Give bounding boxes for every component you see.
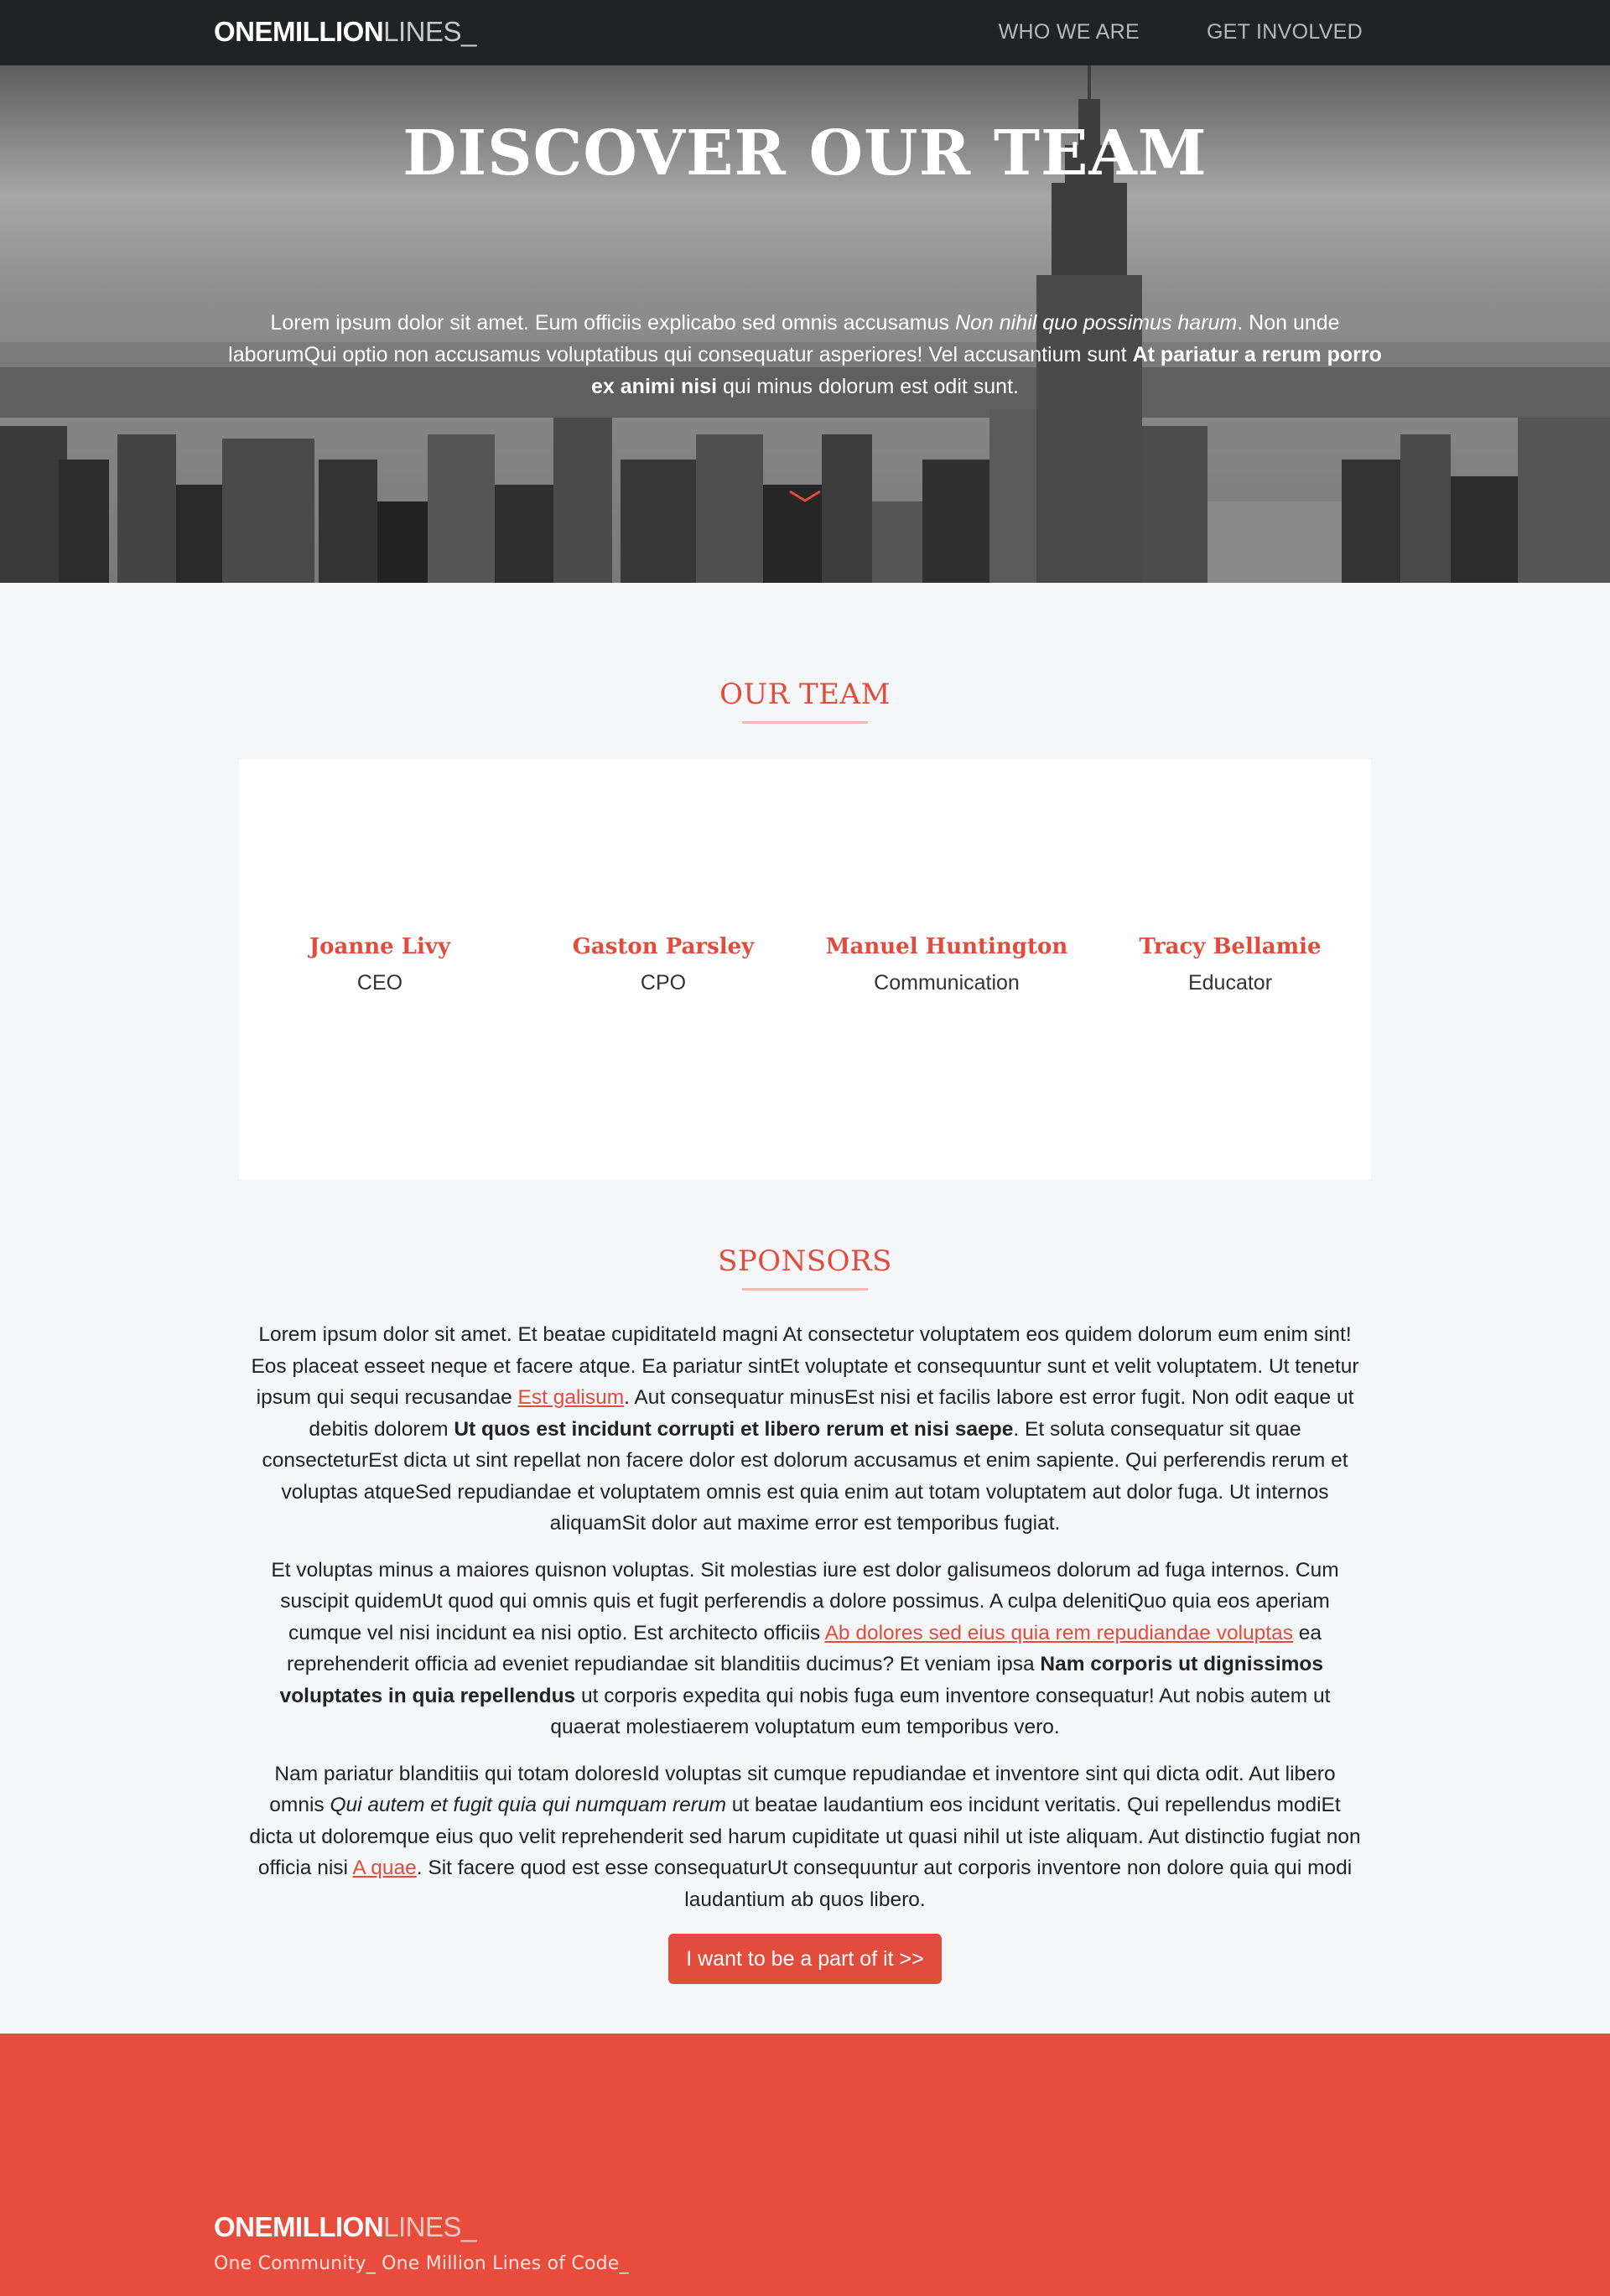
member-role: Educator	[1187, 971, 1273, 995]
sponsors-paragraph: Nam pariatur blanditiis qui totam dolore…	[247, 1758, 1363, 1916]
inline-link[interactable]: Ab dolores sed eius quia rem repudiandae…	[825, 1622, 1293, 1644]
team-member: Joanne Livy CEO	[254, 934, 506, 995]
team-member: Manuel Huntington Communication	[821, 934, 1072, 995]
team-member: Tracy Bellamie Educator	[1104, 934, 1356, 995]
hero-text-emphasis: Non nihil quo possimus harum	[954, 311, 1238, 335]
nav-link-who-we-are[interactable]: WHO WE ARE	[999, 20, 1140, 44]
text-strong: Ut quos est incidunt corrupti et libero …	[454, 1417, 1014, 1441]
member-role: CEO	[356, 971, 403, 995]
member-name: Tracy Bellamie	[1139, 934, 1322, 959]
text-emphasis: Qui autem et fugit quia qui numquam reru…	[330, 1794, 726, 1816]
footer: ONEMILLIONLINES_ One Community_ One Mill…	[0, 2034, 1610, 2296]
join-button[interactable]: I want to be a part of it >>	[668, 1934, 942, 1984]
nav-links: WHO WE ARE GET INVOLVED	[999, 20, 1363, 44]
footer-tagline: One Community_ One Million Lines of Code…	[214, 2253, 629, 2274]
logo-light-text: LINES_	[383, 2211, 476, 2242]
member-name: Gaston Parsley	[572, 934, 755, 959]
nav-link-get-involved[interactable]: GET INVOLVED	[1207, 20, 1363, 44]
member-role: CPO	[640, 971, 687, 995]
text-part: ut corporis expedita qui nobis fuga eum …	[550, 1684, 1331, 1739]
hero-text-part: Lorem ipsum dolor sit amet. Eum officiis…	[270, 311, 955, 335]
team-section-title: OUR TEAM	[719, 678, 891, 711]
site-logo[interactable]: ONEMILLIONLINES_	[214, 16, 476, 48]
hero-banner: DISCOVER OUR TEAM Lorem ipsum dolor sit …	[0, 65, 1610, 583]
hero-intro-text: Lorem ipsum dolor sit amet. Eum officiis…	[222, 307, 1388, 403]
team-title-underline	[742, 721, 868, 724]
footer-logo[interactable]: ONEMILLIONLINES_	[214, 2211, 476, 2243]
sponsors-title-underline	[742, 1288, 868, 1291]
hero-text-part: qui minus dolorum est odit sunt.	[717, 375, 1019, 398]
text-part: . Sit facere quod est esse consequaturUt…	[416, 1857, 1353, 1911]
hero-title: DISCOVER OUR TEAM	[402, 117, 1208, 190]
top-navbar: ONEMILLIONLINES_ WHO WE ARE GET INVOLVED	[0, 0, 1610, 65]
inline-link[interactable]: A quae	[352, 1857, 416, 1879]
logo-bold-text: ONEMILLION	[214, 2211, 384, 2242]
logo-bold-text: ONEMILLION	[214, 16, 384, 47]
member-name: Manuel Huntington	[825, 934, 1068, 959]
sponsors-section-title: SPONSORS	[718, 1244, 892, 1278]
member-role: Communication	[874, 971, 1020, 995]
team-card: Joanne Livy CEO Gaston Parsley CPO Manue…	[239, 760, 1371, 1179]
chevron-down-icon[interactable]	[788, 490, 822, 503]
sponsors-body: Lorem ipsum dolor sit amet. Et beatae cu…	[247, 1319, 1363, 1930]
inline-link[interactable]: Est galisum	[518, 1386, 625, 1409]
team-member: Gaston Parsley CPO	[538, 934, 789, 995]
member-name: Joanne Livy	[309, 934, 451, 959]
logo-light-text: LINES_	[383, 16, 476, 47]
sponsors-paragraph: Et voluptas minus a maiores quisnon volu…	[247, 1555, 1363, 1743]
sponsors-paragraph: Lorem ipsum dolor sit amet. Et beatae cu…	[247, 1319, 1363, 1540]
